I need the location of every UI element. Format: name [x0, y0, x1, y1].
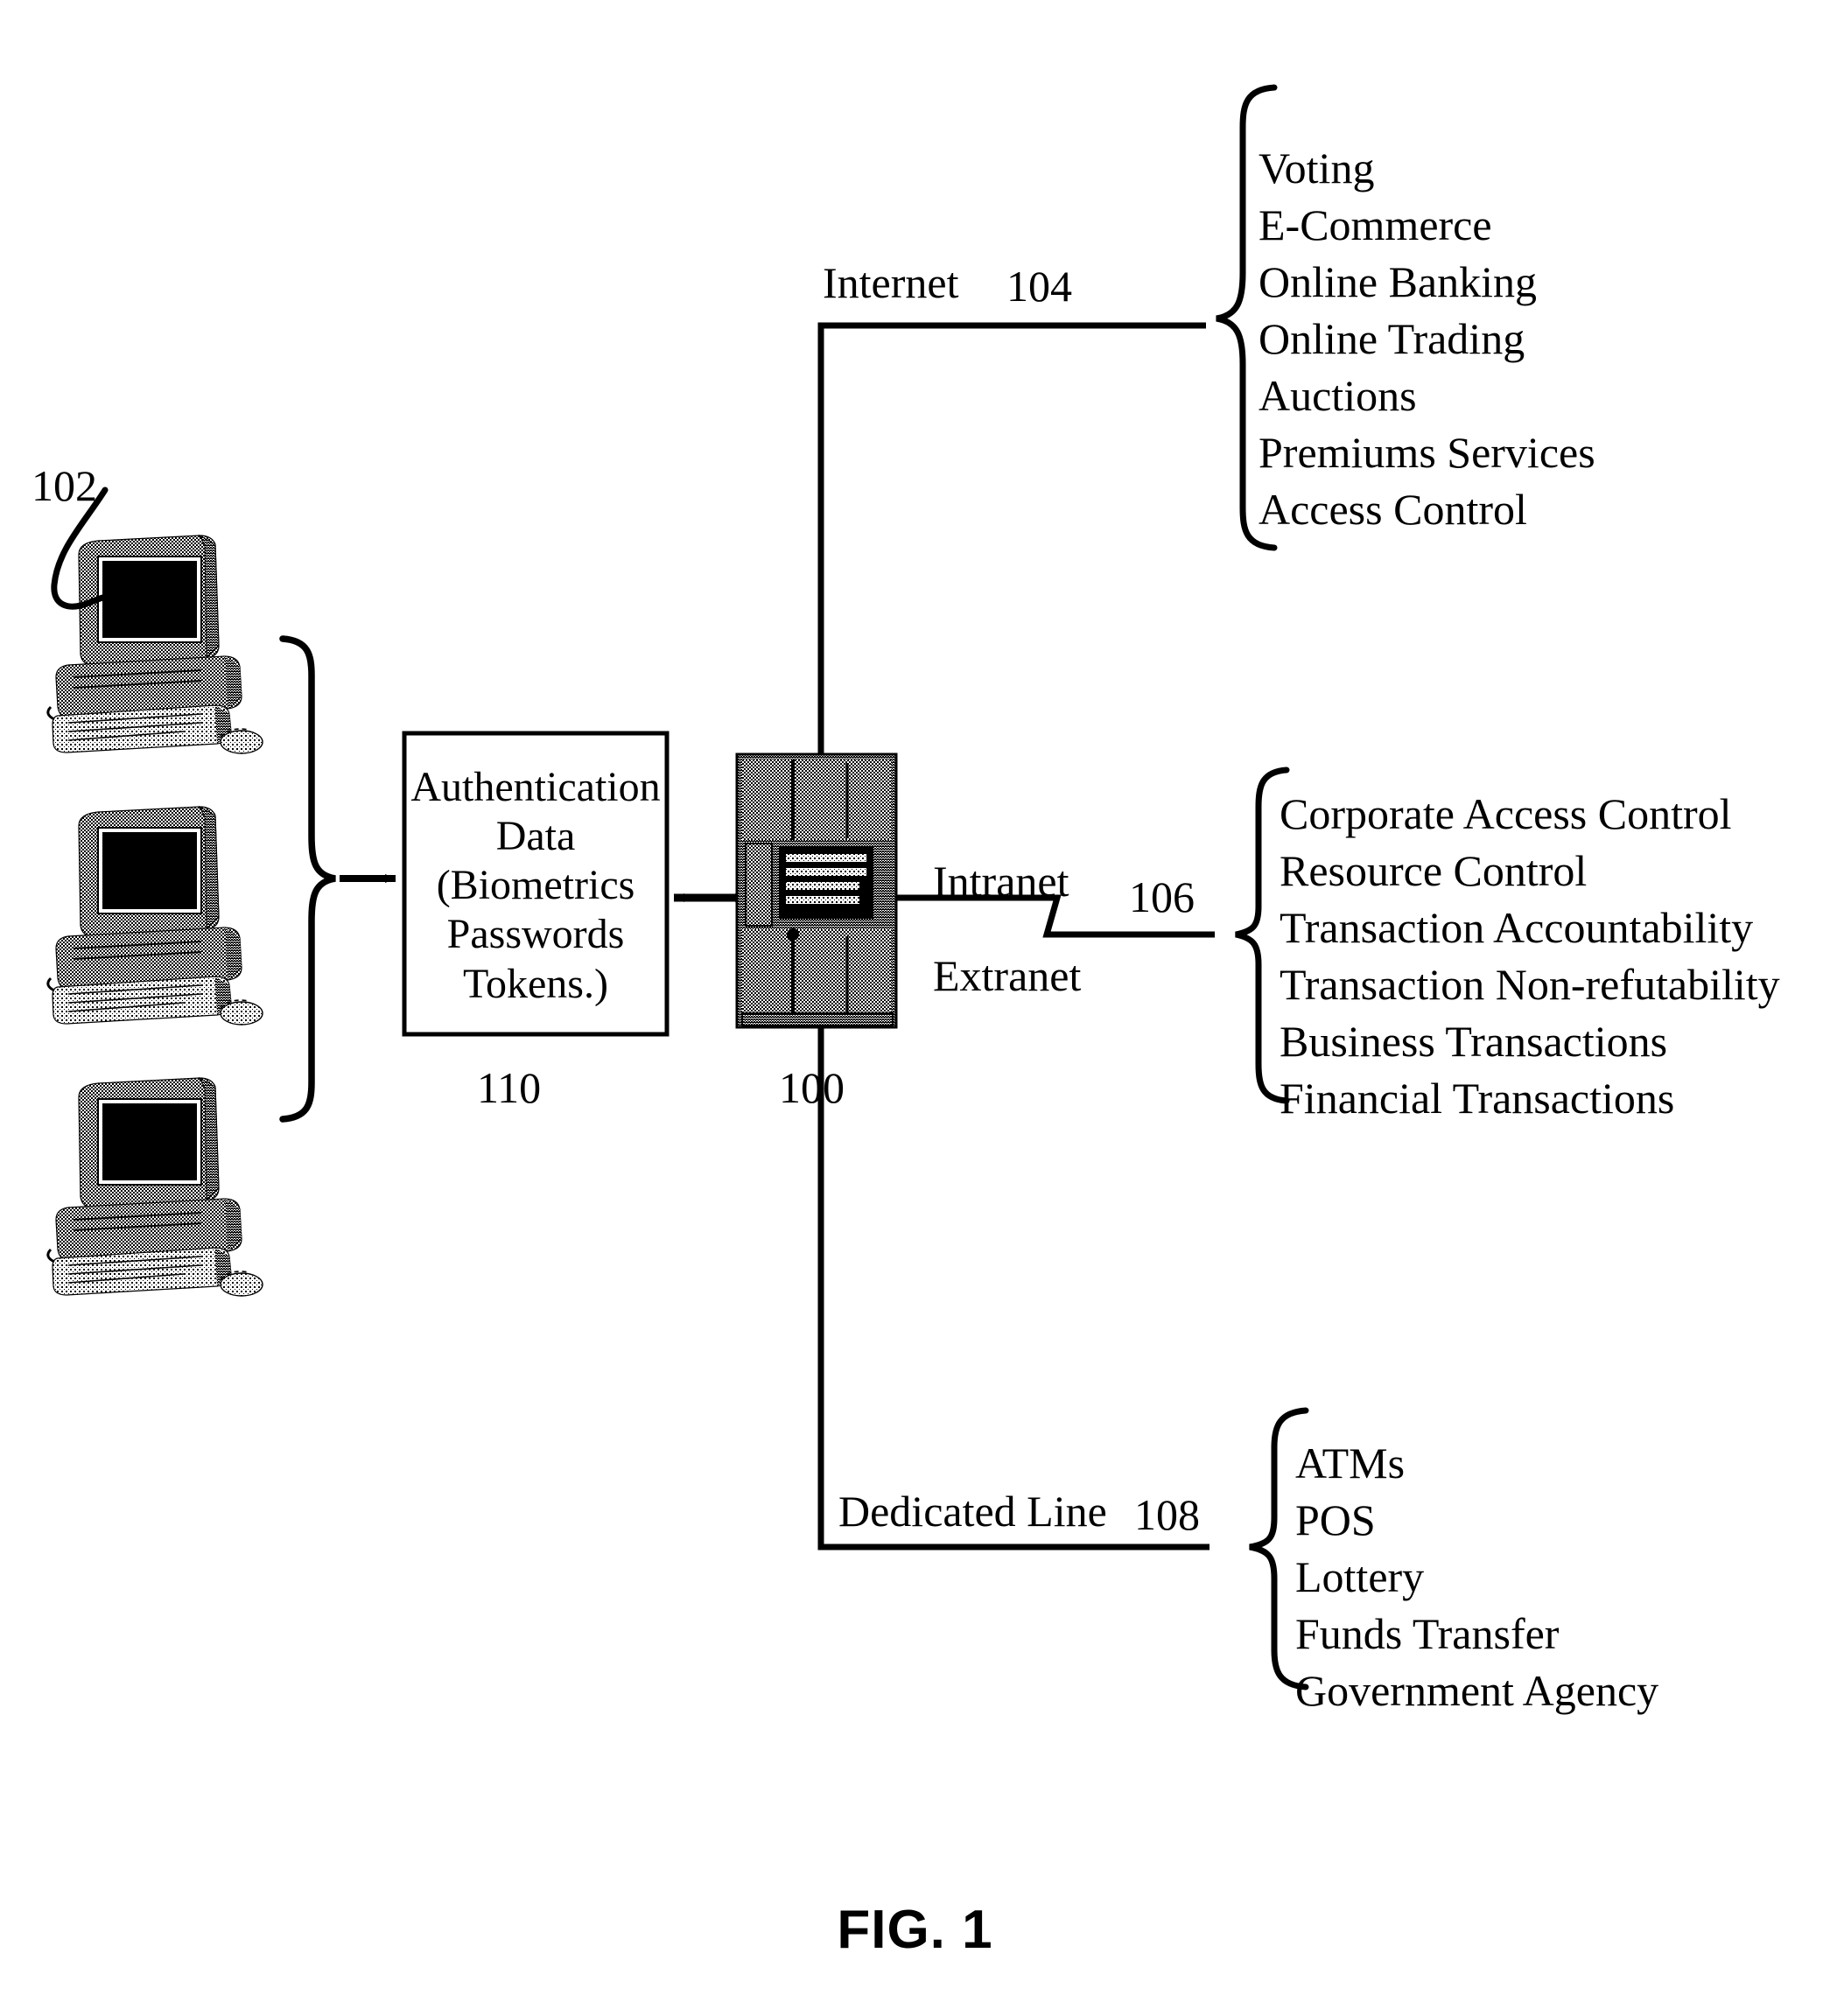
service-item: Resource Control [1280, 846, 1588, 895]
auth-line-2: Data [495, 813, 576, 860]
client-computer-3 [46, 1076, 264, 1298]
client-computer-1 [46, 534, 264, 755]
trunk-dedicated-line [817, 1027, 1209, 1550]
reference-numeral-104: 104 [1006, 262, 1072, 311]
reference-numeral-108: 108 [1134, 1490, 1200, 1539]
service-item: Corporate Access Control [1280, 789, 1732, 838]
service-item: Government Agency [1295, 1666, 1659, 1715]
service-list-internet: Voting E-Commerce Online Banking Online … [1259, 140, 1595, 538]
reference-numeral-100: 100 [779, 1063, 845, 1112]
service-item: Funds Transfer [1295, 1609, 1560, 1658]
server-tower-icon [735, 752, 898, 1029]
service-item: Access Control [1259, 485, 1527, 534]
network-label-extranet: Extranet [933, 951, 1082, 1000]
client-group-brace [279, 635, 336, 1123]
service-item: Auctions [1259, 371, 1417, 420]
service-item: ATMs [1295, 1438, 1406, 1488]
service-item: E-Commerce [1259, 200, 1492, 249]
service-item: Lottery [1295, 1552, 1425, 1601]
service-item: Online Banking [1259, 257, 1538, 306]
reference-numeral-106: 106 [1129, 872, 1195, 921]
auth-line-5: Tokens.) [463, 960, 608, 1007]
reference-numeral-102: 102 [32, 461, 97, 510]
trunk-internet [817, 322, 1206, 754]
auth-data-box: Authentication Data (Biometrics Password… [404, 763, 667, 1009]
service-item: Premiums Services [1259, 428, 1595, 477]
auth-line-4: Passwords [446, 911, 625, 958]
figure-caption: FIG. 1 [837, 1900, 993, 1960]
network-label-intranet: Intranet [933, 857, 1069, 906]
service-list-dedicated-line: ATMs POS Lottery Funds Transfer Governme… [1295, 1435, 1658, 1719]
service-item: POS [1295, 1495, 1376, 1544]
auth-line-1: Authentication [410, 764, 661, 810]
auth-line-3: (Biometrics [436, 862, 635, 909]
network-label-dedicated-line: Dedicated Line [838, 1487, 1107, 1536]
service-item: Voting [1259, 144, 1375, 192]
network-label-internet: Internet [823, 258, 959, 307]
service-item: Online Trading [1259, 314, 1525, 363]
service-item: Transaction Non-refutability [1280, 960, 1780, 1009]
service-item: Business Transactions [1280, 1017, 1668, 1066]
service-item: Financial Transactions [1280, 1074, 1675, 1123]
patent-figure: 102 Authentication Data (Biometrics Pass… [0, 0, 1830, 2016]
client-computer-2 [46, 805, 264, 1026]
reference-numeral-110: 110 [477, 1063, 542, 1112]
service-list-intranet-extranet: Corporate Access Control Resource Contro… [1280, 786, 1780, 1127]
service-item: Transaction Accountability [1280, 903, 1754, 952]
